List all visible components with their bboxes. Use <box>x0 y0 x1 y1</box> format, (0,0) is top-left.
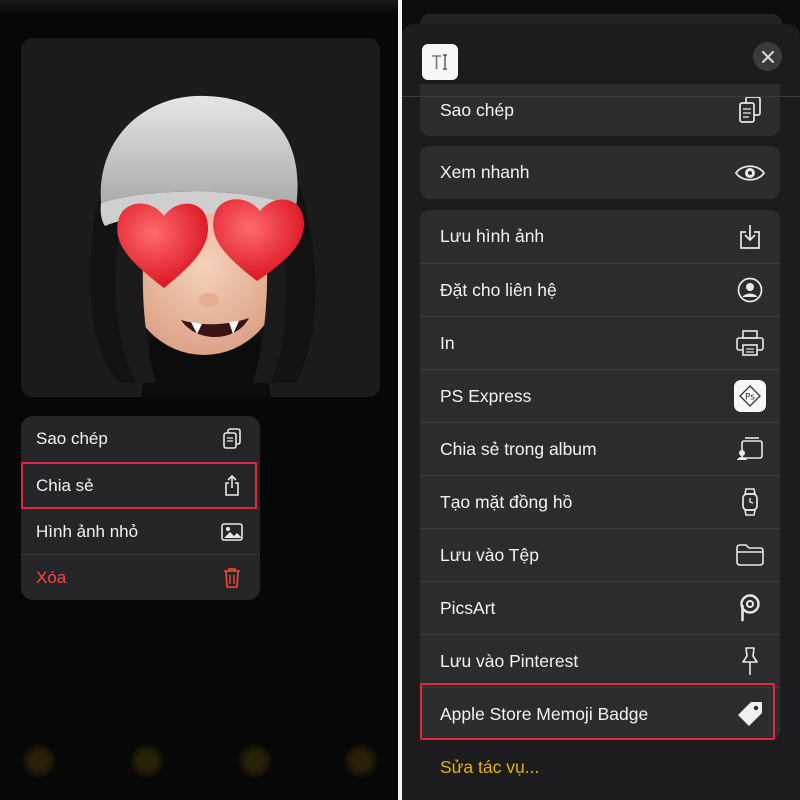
action-create-watch-face[interactable]: Tạo mặt đồng hồ <box>420 475 780 528</box>
close-button[interactable] <box>753 42 782 71</box>
menu-item-share[interactable]: Chia sẻ <box>21 462 260 508</box>
trash-icon <box>220 566 244 590</box>
memoji-preview <box>21 38 380 397</box>
action-shared-album[interactable]: Chia sẻ trong album <box>420 422 780 475</box>
edit-actions-link[interactable]: Sửa tác vụ... <box>440 757 539 778</box>
menu-item-label: Chia sẻ <box>36 475 94 495</box>
menu-item-label: Hình ảnh nhỏ <box>36 521 139 541</box>
action-apple-store-memoji-badge[interactable]: Apple Store Memoji Badge <box>420 687 780 740</box>
menu-item-label: Xóa <box>36 567 67 587</box>
watch-icon <box>734 486 766 518</box>
action-quick-look[interactable]: Xem nhanh <box>420 146 780 199</box>
menu-item-thumbnail[interactable]: Hình ảnh nhỏ <box>21 508 260 554</box>
dock-icon <box>22 744 56 778</box>
action-label: Xem nhanh <box>440 162 530 182</box>
printer-icon <box>734 327 766 359</box>
memoji-image <box>90 95 316 397</box>
action-label: Sao chép <box>440 99 514 120</box>
dock-icon <box>238 744 272 778</box>
contact-icon <box>734 274 766 306</box>
action-label: Chia sẻ trong album <box>440 438 597 459</box>
context-menu: Sao chép Chia sẻ Hình ảnh nhỏ Xóa <box>21 416 260 600</box>
action-label: Tạo mặt đồng hồ <box>440 491 573 512</box>
action-save-image[interactable]: Lưu hình ảnh <box>420 210 780 263</box>
action-label: Lưu vào Tệp <box>440 544 539 565</box>
action-print[interactable]: In <box>420 316 780 369</box>
copy-icon <box>734 94 766 126</box>
action-label: PS Express <box>440 385 532 406</box>
action-ps-express[interactable]: PS Express Ps <box>420 369 780 422</box>
ps-badge-text: Ps <box>745 393 755 403</box>
photo-icon <box>220 520 244 544</box>
eye-icon <box>734 157 766 189</box>
action-label: Đặt cho liên hệ <box>440 279 557 300</box>
status-bar-area <box>0 0 398 14</box>
action-assign-contact[interactable]: Đặt cho liên hệ <box>420 263 780 316</box>
copy-icon <box>220 427 244 451</box>
text-insert-icon[interactable] <box>422 44 458 80</box>
left-screenshot: Sao chép Chia sẻ Hình ảnh nhỏ Xóa <box>0 0 398 800</box>
action-picsart[interactable]: PicsArt <box>420 581 780 634</box>
right-screenshot: Sao chép Xem nhanh Lưu hình ảnh Đặt cho … <box>402 0 800 800</box>
action-label: Lưu vào Pinterest <box>440 650 579 671</box>
menu-item-copy[interactable]: Sao chép <box>21 416 260 462</box>
action-group: Xem nhanh <box>420 146 780 199</box>
action-label: Apple Store Memoji Badge <box>440 703 649 724</box>
action-copy[interactable]: Sao chép <box>420 84 780 136</box>
tag-icon <box>734 698 766 730</box>
action-group: Lưu hình ảnh Đặt cho liên hệ In PS Expre… <box>420 210 780 740</box>
pin-icon <box>734 645 766 677</box>
action-group: Sao chép <box>420 84 780 136</box>
action-label: In <box>440 332 455 353</box>
shared-album-icon <box>734 433 766 465</box>
dock-icon <box>130 744 164 778</box>
action-label: PicsArt <box>440 597 496 618</box>
ps-express-icon: Ps <box>734 380 766 412</box>
action-save-to-files[interactable]: Lưu vào Tệp <box>420 528 780 581</box>
picsart-icon <box>734 592 766 624</box>
header-separator <box>402 96 800 97</box>
save-image-icon <box>734 221 766 253</box>
close-icon <box>761 50 774 63</box>
action-label: Lưu hình ảnh <box>440 226 545 246</box>
dock-icon <box>344 744 378 778</box>
share-icon <box>220 474 244 498</box>
menu-item-delete[interactable]: Xóa <box>21 554 260 600</box>
menu-item-label: Sao chép <box>36 429 108 448</box>
action-save-to-pinterest[interactable]: Lưu vào Pinterest <box>420 634 780 687</box>
folder-icon <box>734 539 766 571</box>
